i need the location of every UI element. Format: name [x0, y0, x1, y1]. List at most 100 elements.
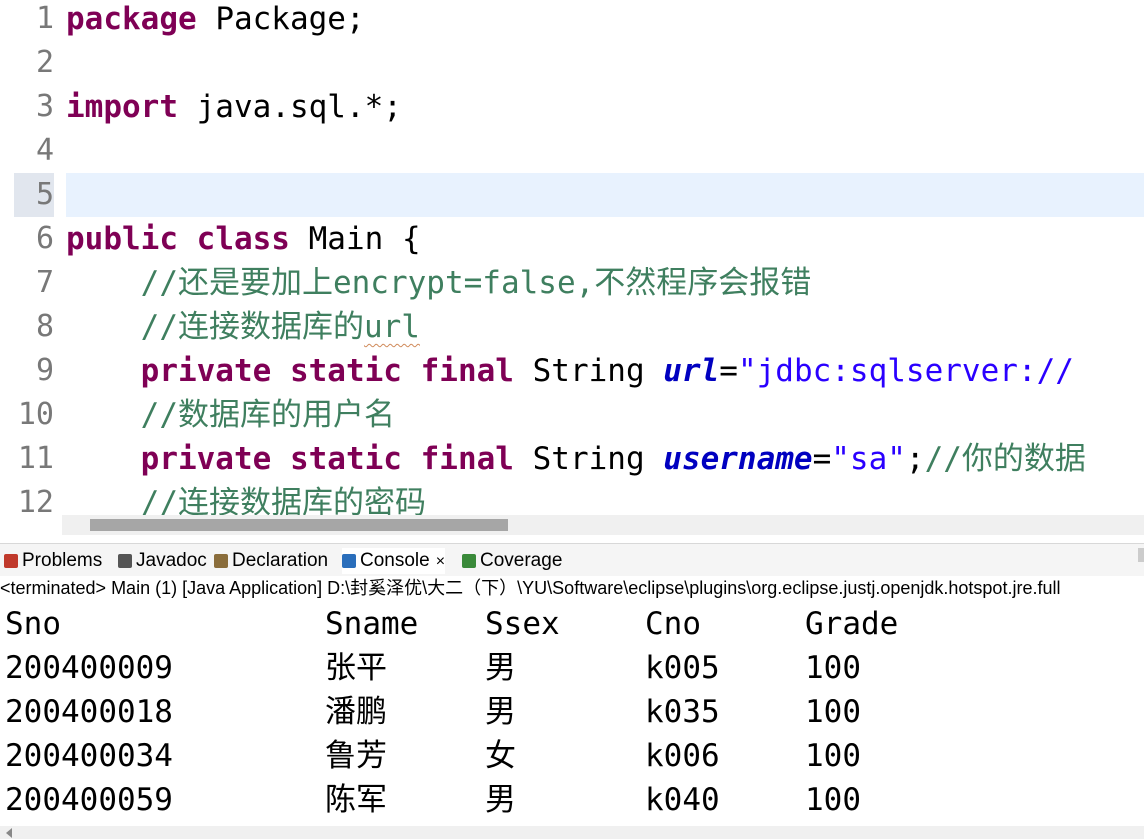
code-token: static — [289, 353, 402, 389]
console-cell: Grade — [805, 606, 899, 642]
code-line[interactable]: //连接数据库的url 8 — [0, 305, 1144, 349]
line-number: 12 — [17, 485, 54, 520]
code-line[interactable]: private static final String url="jdbc:sq… — [0, 349, 1144, 393]
code-text[interactable]: package Package; — [66, 0, 1144, 41]
code-line[interactable]: //数据库的用户名 10 — [0, 393, 1144, 437]
editor-horizontal-scrollbar[interactable] — [62, 515, 1144, 535]
code-token: Main { — [289, 221, 421, 257]
code-text[interactable]: //数据库的用户名 — [66, 393, 1144, 437]
code-text[interactable] — [66, 173, 1144, 217]
code-line[interactable]: package Package; 1 — [0, 0, 1144, 41]
code-token: class — [196, 221, 290, 257]
problems-icon — [4, 554, 18, 568]
code-token: url — [663, 353, 720, 389]
tab-console[interactable]: Console × — [342, 548, 446, 574]
line-number: 11 — [17, 441, 54, 476]
code-token: package — [66, 1, 197, 37]
line-number: 2 — [35, 45, 54, 80]
scroll-left-icon[interactable] — [6, 828, 12, 838]
console-cell: 女 — [485, 738, 516, 774]
code-token: private — [140, 441, 272, 477]
console-cell: 200400018 — [5, 694, 173, 730]
tab-label: Javadoc — [136, 550, 207, 571]
console-cell: 100 — [805, 782, 861, 818]
console-cell: 100 — [805, 650, 861, 686]
line-number: 8 — [35, 309, 54, 344]
code-line[interactable]: public class Main { 6 — [0, 217, 1144, 261]
code-text[interactable]: private static final String username="sa… — [66, 437, 1144, 481]
scrollbar-thumb[interactable] — [90, 519, 508, 531]
console-horizontal-scrollbar[interactable] — [0, 826, 1144, 839]
tab-problems[interactable]: Problems — [4, 548, 102, 574]
code-line[interactable]: import java.sql.*; 3 — [0, 85, 1144, 129]
code-token: final — [420, 441, 514, 477]
code-text[interactable]: private static final String url="jdbc:sq… — [66, 349, 1144, 393]
code-token: private — [140, 353, 272, 389]
code-line[interactable]: private static final String username="sa… — [0, 437, 1144, 481]
code-token: String — [513, 441, 664, 477]
console-cell: 200400059 — [5, 782, 173, 818]
console-cell: Ssex — [485, 606, 560, 642]
console-cell: 鲁芳 — [325, 738, 387, 774]
console-cell: 男 — [485, 650, 516, 686]
line-number: 3 — [35, 89, 54, 124]
code-text[interactable]: import java.sql.*; — [66, 85, 1144, 129]
close-tab-icon[interactable]: × — [436, 553, 445, 570]
code-token: static — [289, 441, 402, 477]
panel-minimize-icon[interactable] — [1138, 548, 1144, 562]
line-number: 7 — [35, 265, 54, 300]
code-token: username — [663, 441, 813, 477]
console-cell: k005 — [645, 650, 720, 686]
code-text[interactable]: public class Main { — [66, 217, 1144, 261]
console-cell: k040 — [645, 782, 720, 818]
code-line[interactable]: //还是要加上encrypt=false,不然程序会报错 7 — [0, 261, 1144, 305]
console-cell: 潘鹏 — [325, 694, 387, 730]
code-editor[interactable]: package Package; 1 2 import java.sql.*; 3 4 5 p… — [0, 0, 1144, 538]
console-cell: 100 — [805, 694, 861, 730]
javadoc-icon — [118, 554, 132, 568]
console-cell: Sno — [5, 606, 61, 642]
line-number: 5 — [14, 173, 54, 217]
code-text[interactable]: //连接数据库的url — [66, 305, 1144, 349]
line-number: 4 — [35, 133, 54, 168]
line-number: 6 — [35, 221, 54, 256]
console-cell: 200400034 — [5, 738, 173, 774]
tab-declaration[interactable]: Declaration — [214, 548, 328, 574]
line-number: 10 — [17, 397, 54, 432]
tab-coverage[interactable]: Coverage — [462, 548, 562, 574]
code-line[interactable]: 4 — [0, 129, 1144, 173]
console-cell: 男 — [485, 782, 516, 818]
code-text[interactable]: //还是要加上encrypt=false,不然程序会报错 — [66, 261, 1144, 305]
console-cell: 陈军 — [325, 782, 387, 818]
tab-label: Coverage — [480, 550, 563, 571]
tab-label: Problems — [22, 550, 103, 571]
code-token: = — [812, 441, 832, 477]
code-token: //还是要加上encrypt=false,不然程序会报错 — [140, 265, 812, 301]
code-token: ; — [905, 441, 925, 477]
declaration-icon — [214, 554, 228, 568]
console-icon — [342, 554, 356, 568]
console-cell: k006 — [645, 738, 720, 774]
code-token: //连接数据库的 — [140, 309, 364, 345]
code-token: import — [66, 89, 178, 125]
console-cell: 男 — [485, 694, 516, 730]
coverage-icon — [462, 554, 476, 568]
code-line[interactable]: 2 — [0, 41, 1144, 85]
line-number: 1 — [35, 1, 54, 36]
code-text[interactable] — [66, 41, 1144, 85]
code-token: //数据库的用户名 — [140, 397, 395, 433]
code-token: java.sql.*; — [177, 89, 402, 125]
code-text[interactable] — [66, 129, 1144, 173]
code-token: url — [363, 309, 420, 345]
code-token: "sa" — [831, 441, 906, 477]
console-output: Sno Sname Ssex Cno Grade 200400009 张平男 k005 100 2… — [0, 602, 1144, 827]
tab-javadoc[interactable]: Javadoc — [118, 548, 207, 574]
code-line[interactable]: 5 — [0, 173, 1144, 217]
